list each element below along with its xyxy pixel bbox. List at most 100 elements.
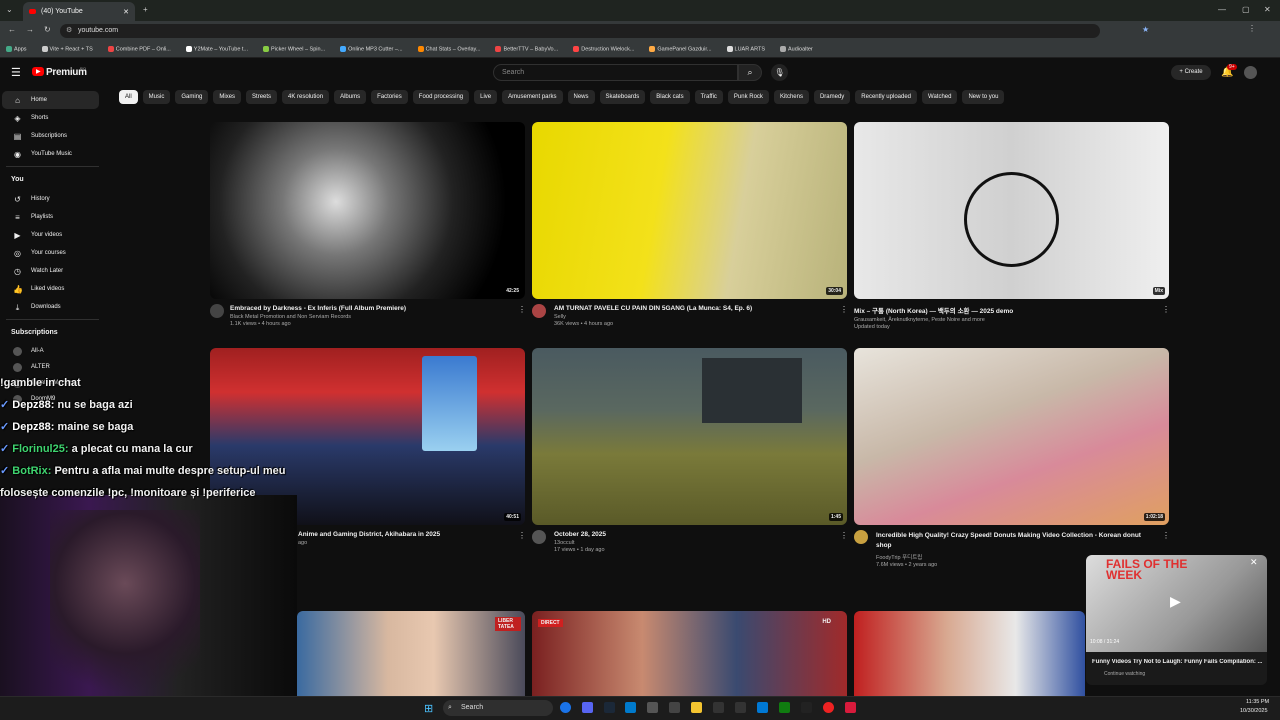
filter-chip[interactable]: Recently uploaded — [855, 90, 917, 104]
video-title[interactable]: Embraced by Darkness - Ex Inferis (Full … — [230, 305, 545, 312]
vscode-taskbar-icon[interactable] — [625, 702, 636, 713]
more-options-icon[interactable]: ⋮ — [840, 305, 848, 314]
filter-chip[interactable]: Factories — [371, 90, 408, 104]
chrome-taskbar-icon[interactable] — [560, 702, 571, 713]
bookmark-item[interactable]: Apps — [6, 45, 27, 52]
filter-chip[interactable]: Food processing — [412, 90, 470, 104]
filter-chip[interactable]: New to you — [962, 90, 1005, 104]
video-title[interactable]: AM TURNAT PAVELE CU PAIN DIN 5GANG (La M… — [554, 305, 869, 312]
xbox-taskbar-icon[interactable] — [779, 702, 790, 713]
bookmark-item[interactable]: LUAR ARTS — [726, 45, 765, 52]
filter-chip[interactable]: Music — [142, 90, 171, 104]
taskbar-search[interactable]: ⌕ Search — [443, 700, 553, 716]
app-taskbar-icon[interactable] — [669, 702, 680, 713]
video-title[interactable]: Incredible High Quality! Crazy Speed! Do… — [876, 531, 1156, 551]
channel-name[interactable]: Selly — [554, 314, 869, 320]
close-tab-icon[interactable]: ✕ — [123, 8, 129, 16]
windows-start-icon[interactable]: ⊞ — [424, 702, 433, 715]
bookmark-item[interactable]: Destruction Wielock... — [573, 45, 634, 52]
sidebar-item[interactable]: ▶ Your videos — [2, 226, 99, 244]
play-icon[interactable]: ▶ — [1170, 593, 1181, 610]
sidebar-item[interactable]: 👍 Liked videos — [2, 280, 99, 298]
bookmark-item[interactable]: GamePanel Gazduir... — [649, 45, 712, 52]
new-tab-button[interactable]: + — [143, 5, 148, 14]
sidebar-item[interactable]: ↺ History — [2, 190, 99, 208]
back-icon[interactable]: ← — [8, 25, 16, 34]
sidebar-item[interactable]: ⌂ Home — [2, 91, 99, 109]
search-input[interactable]: Search — [493, 64, 738, 81]
bookmark-item[interactable]: Online MP3 Cutter –... — [340, 45, 403, 52]
miniplayer[interactable]: FAILS OF THE WEEK ▶ ✕ 10:08 / 31:24 Funn… — [1086, 555, 1267, 685]
sidebar-item[interactable]: ◈ Shorts — [2, 109, 99, 127]
video-thumbnail[interactable] — [854, 611, 1085, 696]
bookmark-star-icon[interactable]: ★ — [1142, 25, 1149, 34]
voice-search-button[interactable]: 🎙 — [771, 64, 788, 81]
video-title[interactable]: Mix – 구퉁 (North Korea) — 백두의 소환 — 2025 d… — [854, 305, 1169, 315]
video-thumbnail[interactable]: 1:45 — [532, 348, 847, 525]
filter-chip[interactable]: News — [567, 90, 595, 104]
filter-chip[interactable]: All — [119, 90, 138, 104]
channel-avatar[interactable] — [210, 304, 224, 318]
bookmark-item[interactable]: Y2Mate – YouTube t... — [185, 45, 248, 52]
video-thumbnail[interactable]: 1:02:18 — [854, 348, 1169, 525]
filter-chip[interactable]: Dramedy — [813, 90, 851, 104]
sidebar-item[interactable]: ≡ Playlists — [2, 208, 99, 226]
file-explorer-taskbar-icon[interactable] — [691, 702, 702, 713]
minimize-icon[interactable]: — — [1218, 5, 1226, 14]
bookmark-item[interactable]: Chat Stats – Overlay... — [417, 45, 480, 52]
channel-name[interactable]: Grausamkeit, Äreknutknyterne, Peste Noir… — [854, 317, 1169, 323]
hamburger-menu-icon[interactable]: ☰ — [11, 66, 21, 79]
filter-chip[interactable]: Albums — [334, 90, 367, 104]
account-avatar[interactable] — [1244, 66, 1257, 79]
bookmark-item[interactable]: BetterTTV – BabyVo... — [495, 45, 558, 52]
browser-tab-youtube[interactable]: (40) YouTube ✕ — [23, 2, 135, 21]
sidebar-item[interactable]: ◷ Watch Later — [2, 262, 99, 280]
miniplayer-video[interactable]: FAILS OF THE WEEK ▶ ✕ 10:08 / 31:24 — [1086, 555, 1267, 652]
video-thumbnail[interactable]: Mix — [854, 122, 1169, 299]
site-info-icon[interactable]: ⚙ — [66, 24, 72, 38]
video-thumbnail[interactable]: 30:04 — [532, 122, 847, 299]
close-window-icon[interactable]: ✕ — [1264, 5, 1271, 14]
search-button[interactable]: ⌕ — [738, 64, 762, 81]
clock-date[interactable]: 10/30/2025 — [1240, 708, 1268, 714]
app-taskbar-icon[interactable] — [735, 702, 746, 713]
app-taskbar-icon[interactable] — [801, 702, 812, 713]
channel-avatar[interactable] — [854, 530, 868, 544]
video-title[interactable]: October 28, 2025 — [554, 531, 869, 538]
video-thumbnail[interactable]: LIBER TATEA — [297, 611, 525, 696]
maximize-icon[interactable]: ▢ — [1242, 5, 1250, 14]
app-taskbar-icon[interactable] — [647, 702, 658, 713]
reload-icon[interactable]: ↻ — [44, 25, 51, 34]
youtube-logo-icon[interactable]: ▶ — [32, 67, 44, 76]
bookmark-item[interactable]: Picker Wheel – Spin... — [263, 45, 325, 52]
create-button[interactable]: + Create — [1171, 65, 1211, 80]
filter-chip[interactable]: Skateboards — [599, 90, 646, 104]
more-options-icon[interactable]: ⋮ — [1162, 305, 1170, 314]
filter-chip[interactable]: 4K resolution — [282, 90, 330, 104]
filter-chip[interactable]: Amusement parks — [502, 90, 563, 104]
close-miniplayer-icon[interactable]: ✕ — [1250, 557, 1258, 568]
more-options-icon[interactable]: ⋮ — [1162, 531, 1170, 540]
miniplayer-title[interactable]: Funny Videos Try Not to Laugh: Funny Fai… — [1092, 659, 1262, 665]
filter-chip[interactable]: Streets — [246, 90, 278, 104]
sidebar-item[interactable]: ⤓ Downloads — [2, 298, 99, 316]
channel-name[interactable]: Black Metal Promotion and Non Serviam Re… — [230, 314, 545, 320]
app-taskbar-icon[interactable] — [823, 702, 834, 713]
sidebar-item[interactable]: ▤ Subscriptions — [2, 127, 99, 145]
filter-chip[interactable]: Watched — [922, 90, 958, 104]
filter-chip[interactable]: Punk Rock — [727, 90, 769, 104]
forward-icon[interactable]: → — [26, 25, 34, 34]
filter-chip[interactable]: Live — [474, 90, 498, 104]
discord-taskbar-icon[interactable] — [582, 702, 593, 713]
app-taskbar-icon[interactable] — [713, 702, 724, 713]
more-options-icon[interactable]: ⋮ — [518, 531, 526, 540]
sidebar-you-heading[interactable]: You — [0, 170, 105, 190]
url-input[interactable]: ⚙ youtube.com — [60, 24, 1100, 38]
channel-avatar[interactable] — [532, 304, 546, 318]
subscription-item[interactable]: All-A — [2, 343, 99, 359]
sidebar-subscriptions-heading[interactable]: Subscriptions — [0, 323, 105, 343]
more-options-icon[interactable]: ⋮ — [840, 531, 848, 540]
filter-chip[interactable]: Kitchens — [773, 90, 809, 104]
clock-time[interactable]: 11:35 PM — [1246, 699, 1269, 705]
bookmark-item[interactable]: Audioalter — [780, 45, 813, 52]
